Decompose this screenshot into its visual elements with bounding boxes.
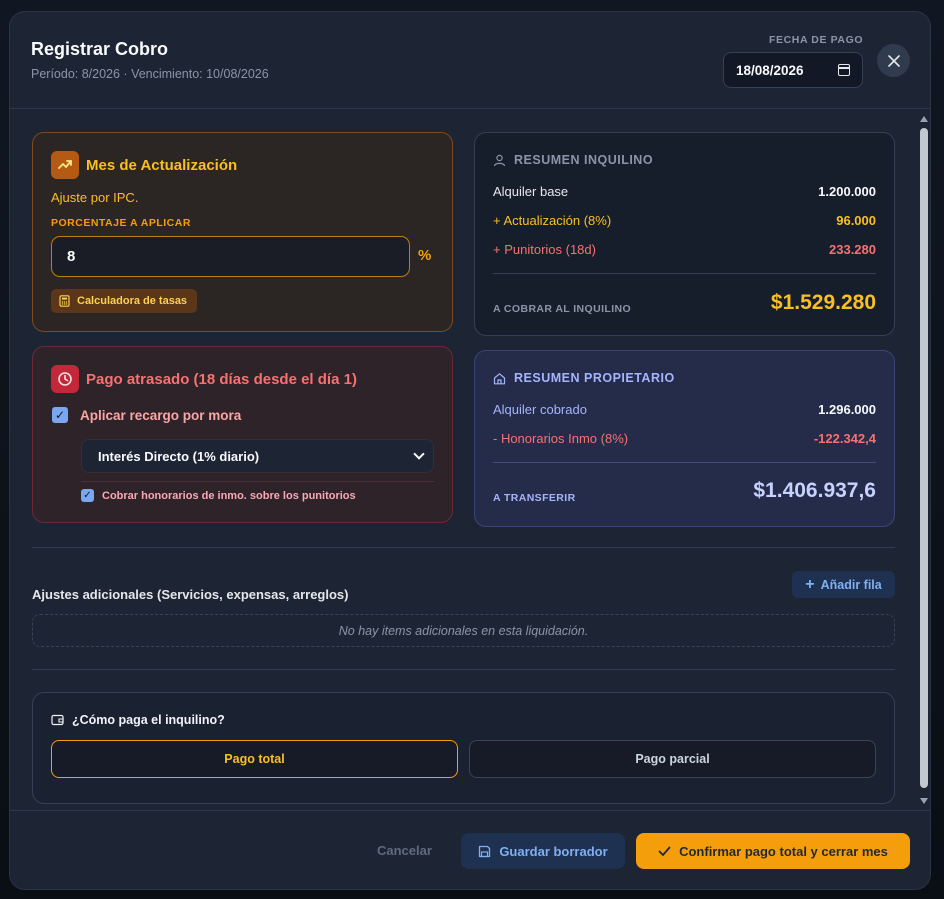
rate-calculator-button[interactable]: Calculadora de tasas — [51, 289, 198, 313]
save-draft-button[interactable]: Guardar borrador — [461, 833, 625, 869]
scroll-up-icon[interactable] — [920, 116, 928, 122]
interest-type-select[interactable]: Interés Directo (1% diario) — [81, 439, 434, 473]
late-payment-title: Pago atrasado (18 días desde el día 1) — [86, 371, 357, 388]
actualizacion-card: Mes de Actualización Ajuste por IPC. POR… — [32, 132, 453, 332]
apply-surcharge-label: Aplicar recargo por mora — [80, 407, 242, 423]
close-icon — [887, 54, 900, 67]
tenant-row-label: + Actualización (8%) — [493, 213, 612, 228]
charge-fees-checkbox[interactable]: ✓ — [81, 489, 94, 502]
tenant-row-label: + Punitorios (18d) — [493, 242, 596, 257]
tenant-summary-title: RESUMEN INQUILINO — [514, 153, 654, 167]
tenant-summary-card: RESUMEN INQUILINO Alquiler base 1.200.00… — [474, 132, 895, 336]
chevron-down-icon — [413, 448, 425, 460]
plus-icon: + — [805, 575, 815, 593]
modal-title: Registrar Cobro — [31, 39, 169, 59]
percent-sign: % — [418, 247, 432, 264]
full-payment-option[interactable]: Pago total — [51, 740, 458, 778]
section-divider — [32, 547, 895, 548]
interest-type-value: Interés Directo (1% diario) — [98, 448, 260, 464]
apply-surcharge-checkbox[interactable]: ✓ — [52, 407, 68, 423]
owner-summary-card: RESUMEN PROPIETARIO Alquiler cobrado 1.2… — [474, 350, 895, 527]
tenant-total-label: A COBRAR AL INQUILINO — [493, 303, 632, 315]
tenant-row-label: Alquiler base — [493, 184, 569, 199]
payment-date-label: FECHA DE PAGO — [769, 34, 864, 46]
percent-input[interactable]: 8 — [51, 236, 410, 277]
tenant-summary-divider — [493, 273, 876, 274]
modal-body[interactable]: Mes de Actualización Ajuste por IPC. POR… — [10, 110, 930, 810]
payment-date-value: 18/08/2026 — [736, 62, 804, 78]
charge-fees-label: Cobrar honorarios de inmo. sobre los pun… — [102, 489, 356, 502]
tenant-row-update: + Actualización (8%) 96.000 — [493, 213, 876, 228]
tenant-row-value: 1.200.000 — [818, 184, 876, 199]
modal-subtitle: Período: 8/2026 · Vencimiento: 10/08/202… — [31, 67, 269, 81]
save-draft-label: Guardar borrador — [499, 843, 608, 859]
confirm-payment-label: Confirmar pago total y cerrar mes — [679, 843, 888, 859]
section-divider — [32, 669, 895, 670]
tenant-total-value: $1.529.280 — [770, 291, 876, 314]
owner-row-value: -122.342,4 — [813, 431, 876, 446]
apply-surcharge-row[interactable]: ✓ Aplicar recargo por mora — [52, 407, 241, 423]
scrollbar[interactable] — [918, 112, 930, 810]
adjustments-title: Ajustes adicionales (Servicios, expensas… — [32, 587, 349, 602]
scroll-down-icon[interactable] — [920, 798, 928, 804]
close-button[interactable] — [877, 44, 910, 77]
partial-payment-option[interactable]: Pago parcial — [469, 740, 876, 778]
owner-summary-header: RESUMEN PROPIETARIO — [493, 371, 675, 385]
charge-fees-row[interactable]: ✓ Cobrar honorarios de inmo. sobre los p… — [81, 489, 356, 502]
owner-total-label: A TRANSFERIR — [493, 492, 576, 504]
payment-method-title: ¿Cómo paga el inquilino? — [72, 713, 225, 727]
tenant-row-value: 96.000 — [836, 213, 876, 228]
home-icon — [493, 372, 506, 384]
cancel-button[interactable]: Cancelar — [377, 843, 432, 858]
rate-calculator-label: Calculadora de tasas — [77, 295, 188, 307]
adjustments-empty-state: No hay items adicionales en esta liquida… — [32, 614, 895, 647]
registrar-cobro-modal: Registrar Cobro Período: 8/2026 · Vencim… — [9, 11, 931, 890]
calendar-icon[interactable] — [838, 64, 850, 76]
owner-summary-divider — [493, 462, 876, 463]
owner-row-fees: - Honorarios Inmo (8%) -122.342,4 — [493, 431, 876, 446]
owner-row-value: 1.296.000 — [818, 402, 876, 417]
owner-total-value: $1.406.937,6 — [753, 479, 876, 502]
confirm-payment-button[interactable]: Confirmar pago total y cerrar mes — [636, 833, 910, 869]
owner-row-label: - Honorarios Inmo (8%) — [493, 431, 629, 446]
add-row-button[interactable]: + Añadir fila — [792, 571, 895, 598]
clock-icon — [51, 365, 79, 393]
owner-row-rent: Alquiler cobrado 1.296.000 — [493, 402, 876, 417]
tenant-row-penalty: + Punitorios (18d) 233.280 — [493, 242, 876, 257]
check-icon — [658, 846, 671, 856]
modal-footer: Cancelar Guardar borrador Confirmar pago… — [10, 810, 930, 889]
calculator-icon — [59, 295, 70, 307]
wallet-icon — [51, 714, 64, 726]
late-divider — [81, 481, 434, 482]
percent-label: PORCENTAJE A APLICAR — [51, 217, 191, 229]
owner-summary-title: RESUMEN PROPIETARIO — [514, 371, 675, 385]
payment-method-card: ¿Cómo paga el inquilino? Pago total Pago… — [32, 692, 895, 804]
trending-up-icon — [51, 151, 79, 179]
user-icon — [493, 154, 506, 166]
tenant-row-value: 233.280 — [829, 242, 876, 257]
actualizacion-description: Ajuste por IPC. — [51, 190, 139, 205]
actualizacion-title: Mes de Actualización — [86, 157, 238, 174]
late-payment-card: Pago atrasado (18 días desde el día 1) ✓… — [32, 346, 453, 523]
payment-date-input[interactable]: 18/08/2026 — [723, 52, 863, 88]
tenant-row-base: Alquiler base 1.200.000 — [493, 184, 876, 199]
scroll-thumb[interactable] — [920, 128, 928, 788]
payment-method-header: ¿Cómo paga el inquilino? — [51, 713, 225, 727]
owner-row-label: Alquiler cobrado — [493, 402, 587, 417]
add-row-label: Añadir fila — [820, 577, 882, 592]
tenant-summary-header: RESUMEN INQUILINO — [493, 153, 653, 167]
modal-header: Registrar Cobro Período: 8/2026 · Vencim… — [10, 12, 930, 109]
save-icon — [479, 845, 491, 857]
